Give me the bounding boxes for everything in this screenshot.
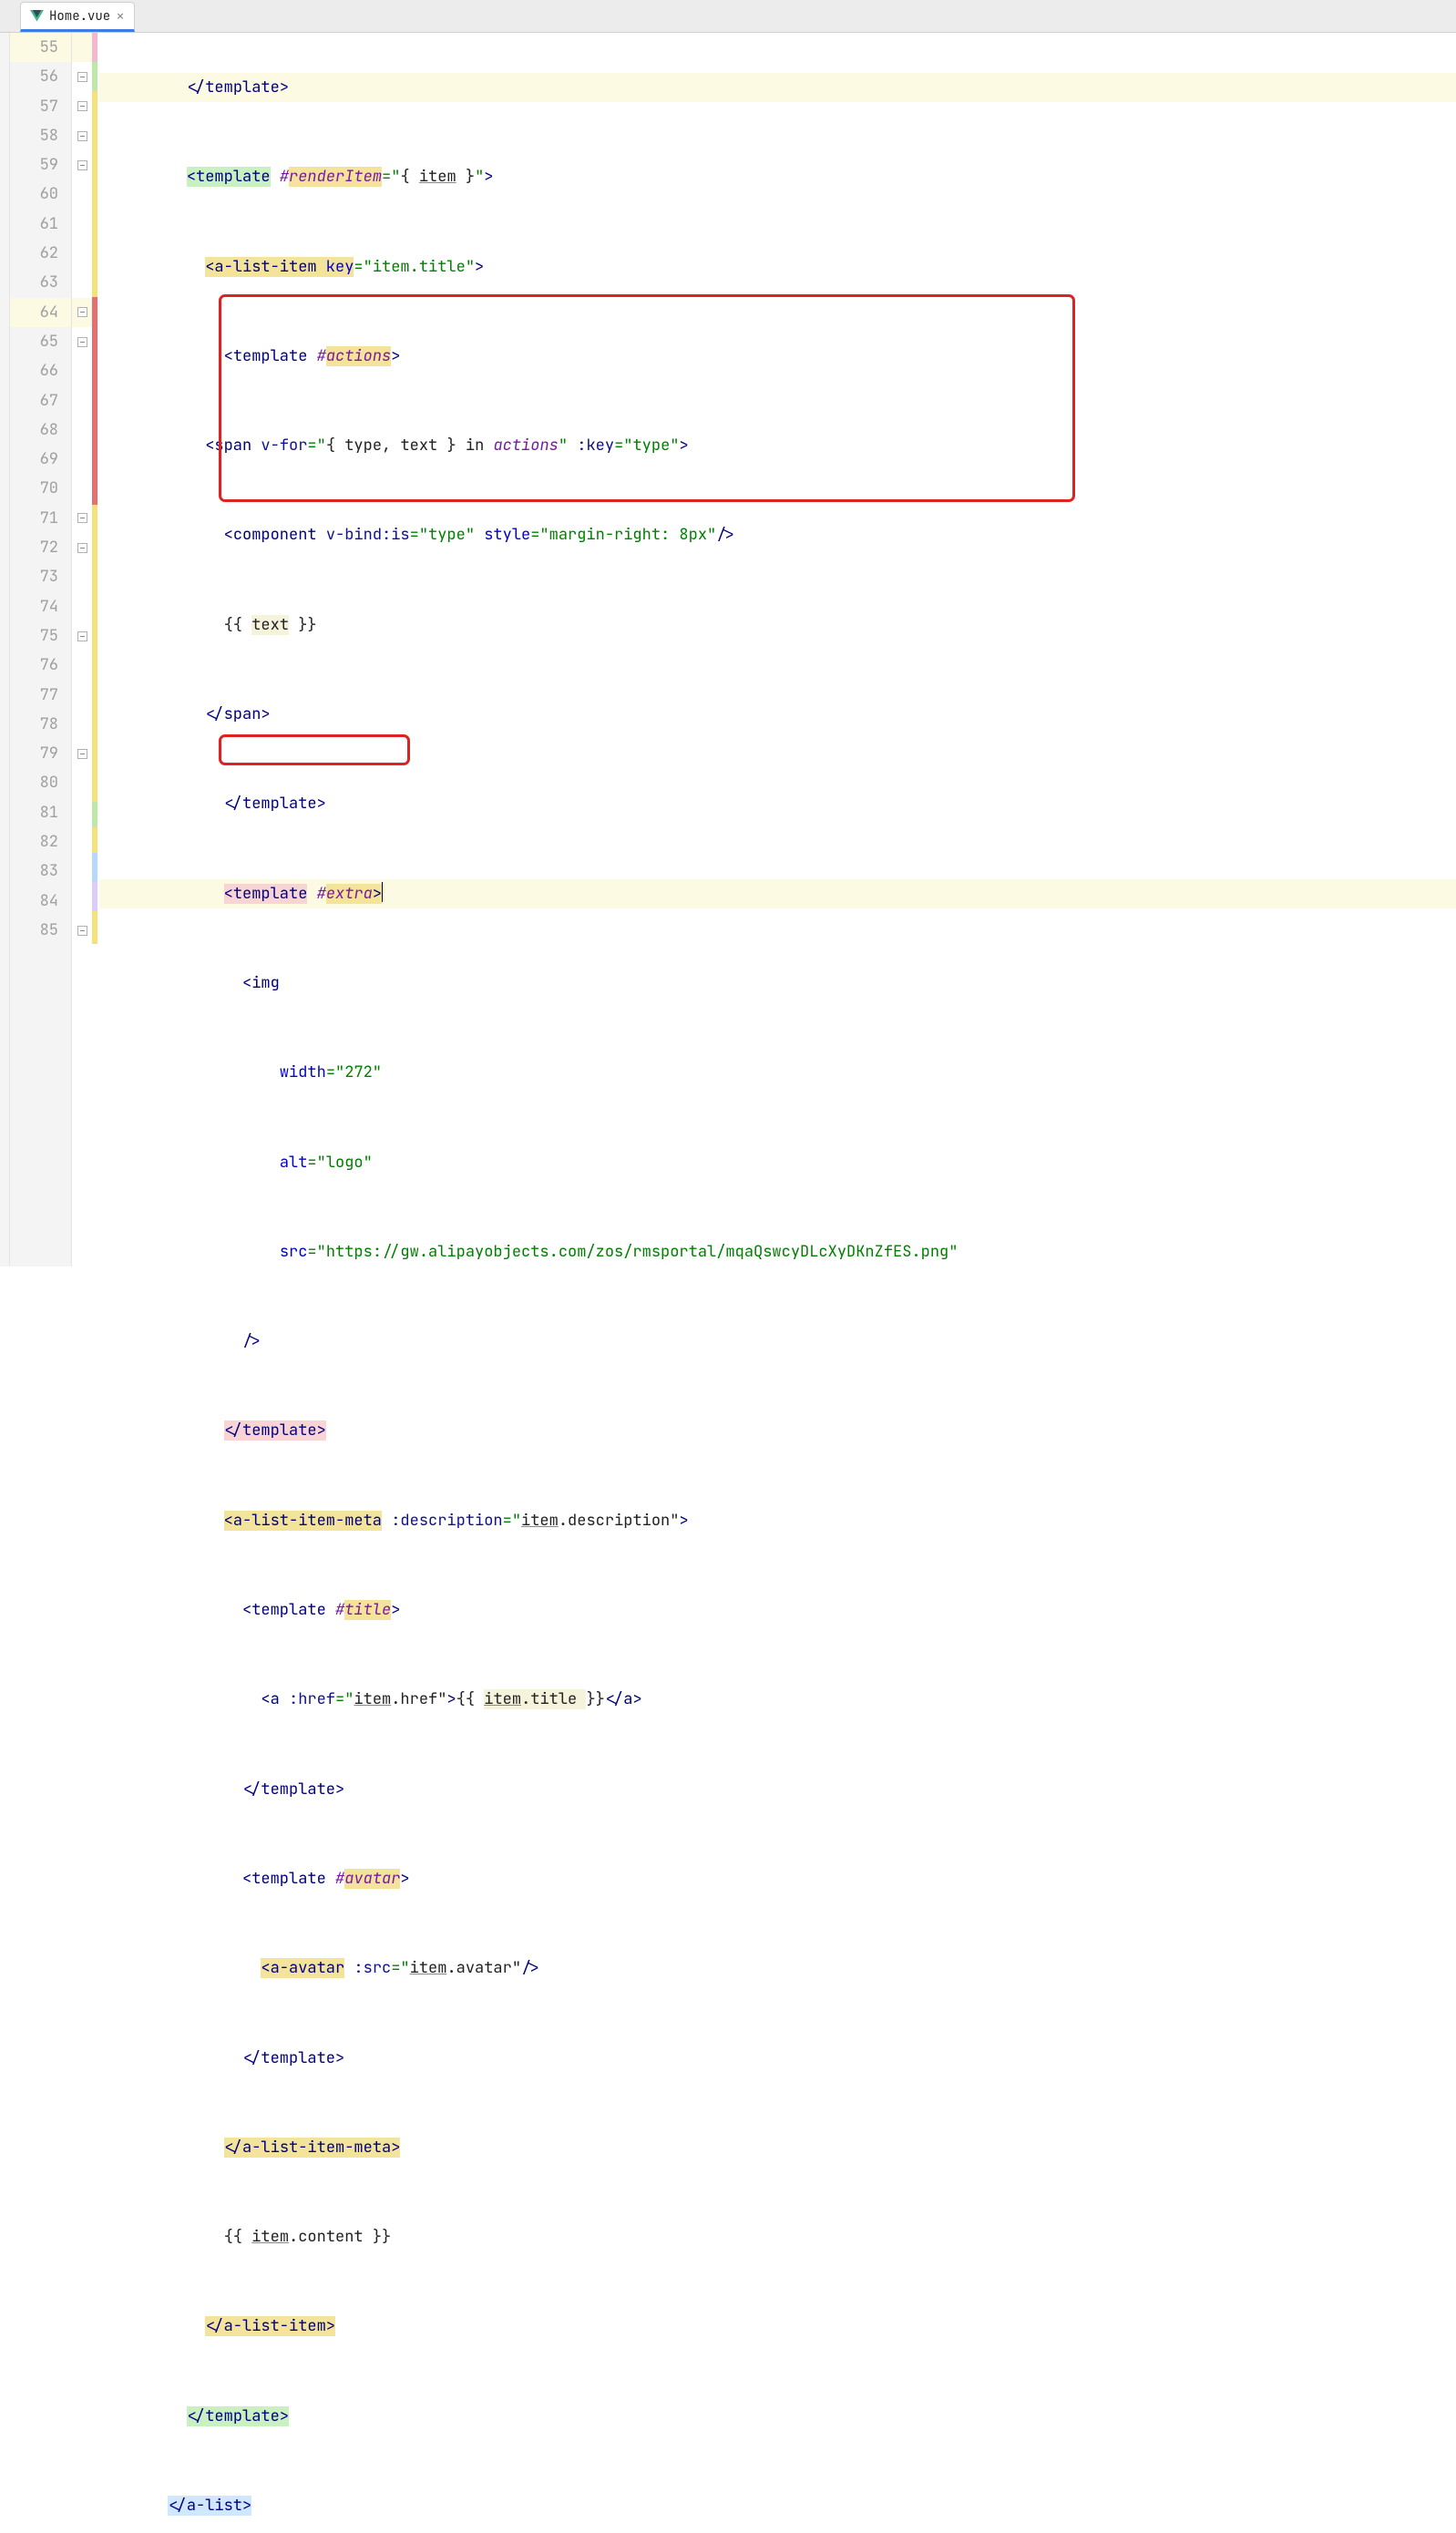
code-line-current: <template #extra> xyxy=(99,879,1456,908)
fold-toggle-icon[interactable] xyxy=(77,513,87,523)
line-number: 60 xyxy=(10,179,71,209)
line-number: 56 xyxy=(10,62,71,91)
line-number: 78 xyxy=(10,710,71,739)
fold-toggle-icon[interactable] xyxy=(77,131,87,141)
fold-toggle-icon[interactable] xyxy=(77,631,87,641)
code-line: </template> xyxy=(99,2402,1456,2431)
file-tab[interactable]: Home.vue × xyxy=(20,2,135,32)
code-line: <a-list-item-meta :description="item.des… xyxy=(99,1506,1456,1535)
close-icon[interactable]: × xyxy=(116,6,125,26)
code-line: </span> xyxy=(99,700,1456,729)
line-number: 65 xyxy=(10,327,71,356)
code-line: <a :href="item.href">{{ item.title }}</a… xyxy=(99,1685,1456,1714)
tab-filename: Home.vue xyxy=(49,8,110,25)
code-line: </template> xyxy=(99,1775,1456,1804)
fold-toggle-icon[interactable] xyxy=(77,926,87,936)
line-number: 68 xyxy=(10,415,71,445)
line-number: 69 xyxy=(10,445,71,474)
code-line: <component v-bind:is="type" style="margi… xyxy=(99,520,1456,549)
line-number: 79 xyxy=(10,739,71,768)
vue-icon xyxy=(30,10,44,22)
code-line: {{ item.content }} xyxy=(99,2222,1456,2251)
code-line: /> xyxy=(99,1327,1456,1356)
indent-rainbow xyxy=(92,33,99,1266)
fold-toggle-icon[interactable] xyxy=(77,543,87,553)
fold-toggle-icon[interactable] xyxy=(77,160,87,170)
line-number: 59 xyxy=(10,150,71,179)
fold-toggle-icon[interactable] xyxy=(77,749,87,759)
line-number: 83 xyxy=(10,856,71,886)
line-number: 55 xyxy=(10,33,71,62)
code-line: <a-avatar :src="item.avatar"/> xyxy=(99,1954,1456,1983)
code-line: width="272" xyxy=(99,1058,1456,1087)
line-number: 61 xyxy=(10,210,71,239)
annotation-box-2 xyxy=(219,734,410,765)
line-number: 70 xyxy=(10,474,71,503)
line-number: 77 xyxy=(10,681,71,710)
left-margin xyxy=(0,33,10,1266)
code-line: <template #title> xyxy=(99,1595,1456,1625)
line-number: 72 xyxy=(10,533,71,562)
fold-toggle-icon[interactable] xyxy=(77,307,87,317)
code-line: <template #avatar> xyxy=(99,1864,1456,1893)
code-line: </a-list> xyxy=(99,2491,1456,2520)
fold-toggle-icon[interactable] xyxy=(77,72,87,82)
var-item: item xyxy=(419,167,456,187)
code-line: <template #renderItem="{ item }"> xyxy=(99,162,1456,191)
code-line: src="https://gw.alipayobjects.com/zos/rm… xyxy=(99,1237,1456,1266)
line-number: 82 xyxy=(10,827,71,856)
annotation-box-1 xyxy=(219,294,1075,502)
line-number: 67 xyxy=(10,386,71,415)
line-number: 80 xyxy=(10,768,71,797)
code-line: <a-list-item key="item.title"> xyxy=(99,252,1456,282)
line-number: 57 xyxy=(10,92,71,121)
line-number-gutter: 5556575859606162636465666768697071727374… xyxy=(10,33,72,1266)
code-line: </template> xyxy=(99,73,1456,102)
code-line: </a-list-item> xyxy=(99,2312,1456,2341)
line-number: 84 xyxy=(10,887,71,916)
line-number: 58 xyxy=(10,121,71,150)
line-number: 85 xyxy=(10,916,71,945)
code-line: <span v-for="{ type, text } in actions" … xyxy=(99,431,1456,460)
line-number: 71 xyxy=(10,504,71,533)
line-number: 64 xyxy=(10,298,71,327)
code-line: </a-list-item-meta> xyxy=(99,2133,1456,2162)
line-number: 66 xyxy=(10,356,71,385)
code-line: </template> xyxy=(99,789,1456,818)
fold-column xyxy=(72,33,92,1266)
line-number: 62 xyxy=(10,239,71,268)
code-line: alt="logo" xyxy=(99,1148,1456,1177)
line-number: 63 xyxy=(10,268,71,297)
line-number: 76 xyxy=(10,651,71,680)
line-number: 74 xyxy=(10,592,71,621)
tab-bar: Home.vue × xyxy=(0,0,1456,33)
code-area[interactable]: </template> <template #renderItem="{ ite… xyxy=(99,33,1456,1266)
text-cursor xyxy=(382,882,383,902)
code-line: </template> xyxy=(99,1416,1456,1445)
code-line: {{ text }} xyxy=(99,610,1456,640)
code-editor[interactable]: 5556575859606162636465666768697071727374… xyxy=(0,33,1456,1266)
line-number: 75 xyxy=(10,621,71,651)
line-number: 81 xyxy=(10,798,71,827)
fold-toggle-icon[interactable] xyxy=(77,101,87,111)
line-number: 73 xyxy=(10,562,71,591)
code-line: <template #actions> xyxy=(99,342,1456,371)
code-line: </template> xyxy=(99,2044,1456,2073)
fold-toggle-icon[interactable] xyxy=(77,337,87,347)
code-line: <img xyxy=(99,969,1456,998)
